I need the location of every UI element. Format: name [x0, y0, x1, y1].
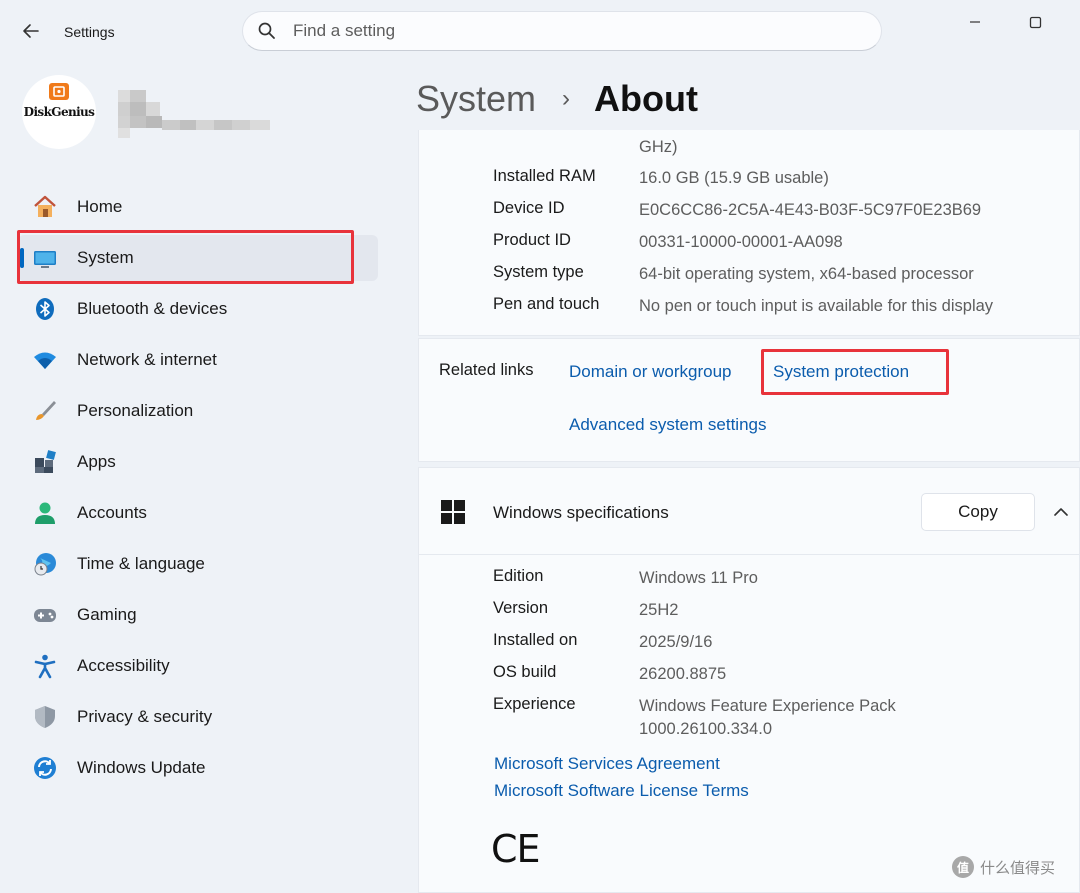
spec-key: Version: [493, 599, 549, 617]
breadcrumb-parent[interactable]: System: [416, 78, 536, 120]
copy-button[interactable]: Copy: [921, 493, 1035, 531]
wifi-icon: [32, 347, 58, 373]
spec-value: 25H2: [639, 601, 679, 619]
arrow-left-icon: [23, 24, 39, 38]
watermark-text: 什么值得买: [980, 859, 1056, 877]
device-specs-card: GHz) Installed RAM 16.0 GB (15.9 GB usab…: [418, 130, 1080, 336]
search-icon: [258, 22, 275, 39]
sidebar-item-windows-update[interactable]: Windows Update: [18, 745, 378, 791]
sidebar-item-label: Network & internet: [77, 350, 217, 369]
sidebar-item-accounts[interactable]: Accounts: [18, 490, 378, 536]
minimize-icon: [970, 21, 980, 23]
related-links-label: Related links: [439, 361, 534, 379]
domain-workgroup-link[interactable]: Domain or workgroup: [569, 362, 732, 382]
sidebar-item-label: Accounts: [77, 503, 147, 522]
windows-specs-header[interactable]: Windows specifications Copy: [418, 467, 1080, 555]
update-icon: [32, 755, 58, 781]
sidebar-item-label: Home: [77, 197, 123, 216]
sidebar-item-label: Personalization: [77, 401, 194, 420]
spec-value: 00331-10000-00001-AA098: [639, 233, 843, 251]
back-button[interactable]: [18, 18, 44, 44]
spec-value: 1000.26100.334.0: [639, 720, 773, 738]
maximize-icon: [1029, 16, 1041, 28]
blurred-username: [118, 90, 270, 138]
advanced-system-settings-link[interactable]: Advanced system settings: [569, 415, 766, 435]
spec-key: Experience: [493, 695, 576, 713]
services-agreement-link[interactable]: Microsoft Services Agreement: [494, 754, 720, 774]
avatar[interactable]: DiskGenius: [22, 75, 96, 149]
diskgenius-logo-icon: [49, 83, 69, 100]
sidebar-item-label: Privacy & security: [77, 707, 213, 726]
home-icon: [32, 194, 58, 220]
watermark-logo-icon: 值: [952, 856, 974, 878]
apps-icon: [32, 449, 58, 475]
spec-value: 2025/9/16: [639, 633, 713, 651]
title-bar: Settings: [0, 0, 1080, 62]
gamepad-icon: [32, 602, 58, 628]
sidebar-item-label: Apps: [77, 452, 116, 471]
bluetooth-icon: [32, 296, 58, 322]
search-input[interactable]: [293, 12, 853, 50]
accessibility-icon: [32, 653, 58, 679]
paintbrush-icon: [32, 398, 58, 424]
sidebar-item-label: Gaming: [77, 605, 137, 624]
spec-key: Pen and touch: [493, 295, 600, 313]
sidebar-item-apps[interactable]: Apps: [18, 439, 378, 485]
related-links-card: Related links Domain or workgroup System…: [418, 338, 1080, 462]
sidebar-item-gaming[interactable]: Gaming: [18, 592, 378, 638]
maximize-button[interactable]: [1012, 8, 1058, 36]
spec-key: OS build: [493, 663, 557, 681]
windows-specs-title: Windows specifications: [493, 503, 669, 522]
spec-value: No pen or touch input is available for t…: [639, 297, 994, 315]
spec-value: Windows Feature Experience Pack: [639, 697, 896, 715]
app-title: Settings: [64, 24, 115, 40]
person-icon: [32, 500, 58, 526]
sidebar-item-bluetooth[interactable]: Bluetooth & devices: [18, 286, 378, 332]
spec-value: 16.0 GB (15.9 GB usable): [639, 169, 829, 187]
sidebar-item-network[interactable]: Network & internet: [18, 337, 378, 383]
spec-value: GHz): [639, 138, 678, 156]
spec-key: Device ID: [493, 199, 565, 217]
sidebar-item-privacy-security[interactable]: Privacy & security: [18, 694, 378, 740]
spec-key: System type: [493, 263, 584, 281]
sidebar-item-label: Accessibility: [77, 656, 170, 675]
watermark: 值 什么值得买: [952, 856, 1055, 878]
spec-value: 26200.8875: [639, 665, 727, 683]
chevron-right-icon: ›: [562, 85, 571, 112]
sidebar-item-personalization[interactable]: Personalization: [18, 388, 378, 434]
sidebar-item-home[interactable]: Home: [18, 184, 378, 230]
highlight-box-system-protection: [761, 349, 949, 395]
windows-specs-body: Edition Windows 11 Pro Version 25H2 Inst…: [418, 555, 1080, 893]
breadcrumb: System › About: [416, 74, 698, 124]
license-terms-link[interactable]: Microsoft Software License Terms: [494, 781, 749, 801]
spec-key: Installed on: [493, 631, 578, 649]
spec-key: Installed RAM: [493, 167, 596, 185]
search-box[interactable]: [242, 11, 882, 51]
globe-clock-icon: [32, 551, 58, 577]
sidebar-item-label: Bluetooth & devices: [77, 299, 228, 318]
highlight-box-system: [17, 230, 354, 284]
spec-value: 64-bit operating system, x64-based proce…: [639, 265, 974, 283]
chevron-up-icon[interactable]: [1053, 506, 1069, 518]
minimize-button[interactable]: [952, 8, 998, 36]
spec-value: Windows 11 Pro: [639, 569, 758, 587]
sidebar-item-label: Windows Update: [77, 758, 206, 777]
spec-key: Edition: [493, 567, 544, 585]
sidebar-item-accessibility[interactable]: Accessibility: [18, 643, 378, 689]
shield-icon: [32, 704, 58, 730]
spec-key: Product ID: [493, 231, 571, 249]
ce-mark: CE: [491, 827, 541, 871]
sidebar-item-label: Time & language: [77, 554, 205, 573]
page-title: About: [594, 78, 698, 119]
sidebar-item-time-language[interactable]: Time & language: [18, 541, 378, 587]
windows-logo-icon: [441, 500, 465, 524]
spec-value: E0C6CC86-2C5A-4E43-B03F-5C97F0E23B69: [639, 201, 982, 219]
avatar-text: DiskGenius: [23, 105, 95, 119]
